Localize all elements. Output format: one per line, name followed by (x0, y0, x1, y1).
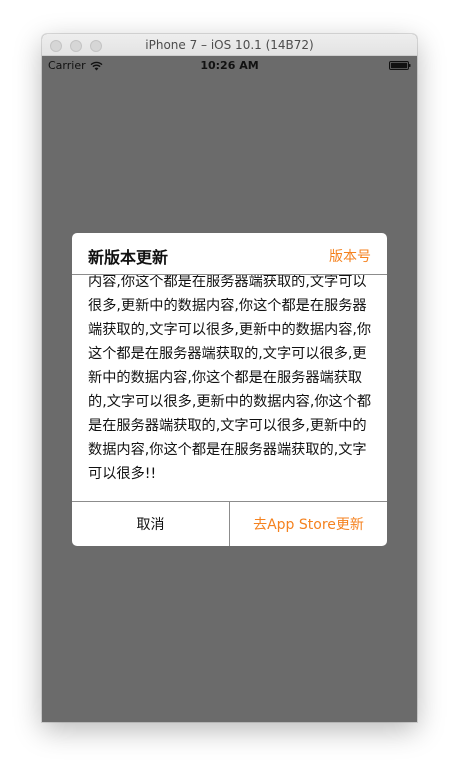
dialog-title: 新版本更新 (88, 248, 169, 267)
cancel-button[interactable]: 取消 (72, 502, 230, 546)
update-dialog: 新版本更新 版本号 内容,你这个都是在服务器端获取的,文字可以很多,更新中的数据… (72, 233, 387, 546)
ios-status-bar: Carrier 10:26 AM (42, 56, 417, 76)
window-titlebar: iPhone 7 – iOS 10.1 (14B72) (42, 34, 417, 56)
dialog-body-scroll[interactable]: 内容,你这个都是在服务器端获取的,文字可以很多,更新中的数据内容,你这个都是在服… (72, 275, 387, 501)
version-label: 版本号 (329, 249, 371, 265)
battery-icon (389, 61, 411, 70)
update-content-text: 内容,你这个都是在服务器端获取的,文字可以很多,更新中的数据内容,你这个都是在服… (88, 275, 372, 482)
dialog-header: 新版本更新 版本号 (72, 233, 387, 275)
dialog-footer: 取消 去App Store更新 (72, 501, 387, 546)
go-to-app-store-button[interactable]: 去App Store更新 (230, 502, 387, 546)
status-clock: 10:26 AM (200, 59, 259, 72)
window-title: iPhone 7 – iOS 10.1 (14B72) (145, 38, 314, 52)
simulator-window: iPhone 7 – iOS 10.1 (14B72) Carrier 10:2… (42, 34, 417, 722)
